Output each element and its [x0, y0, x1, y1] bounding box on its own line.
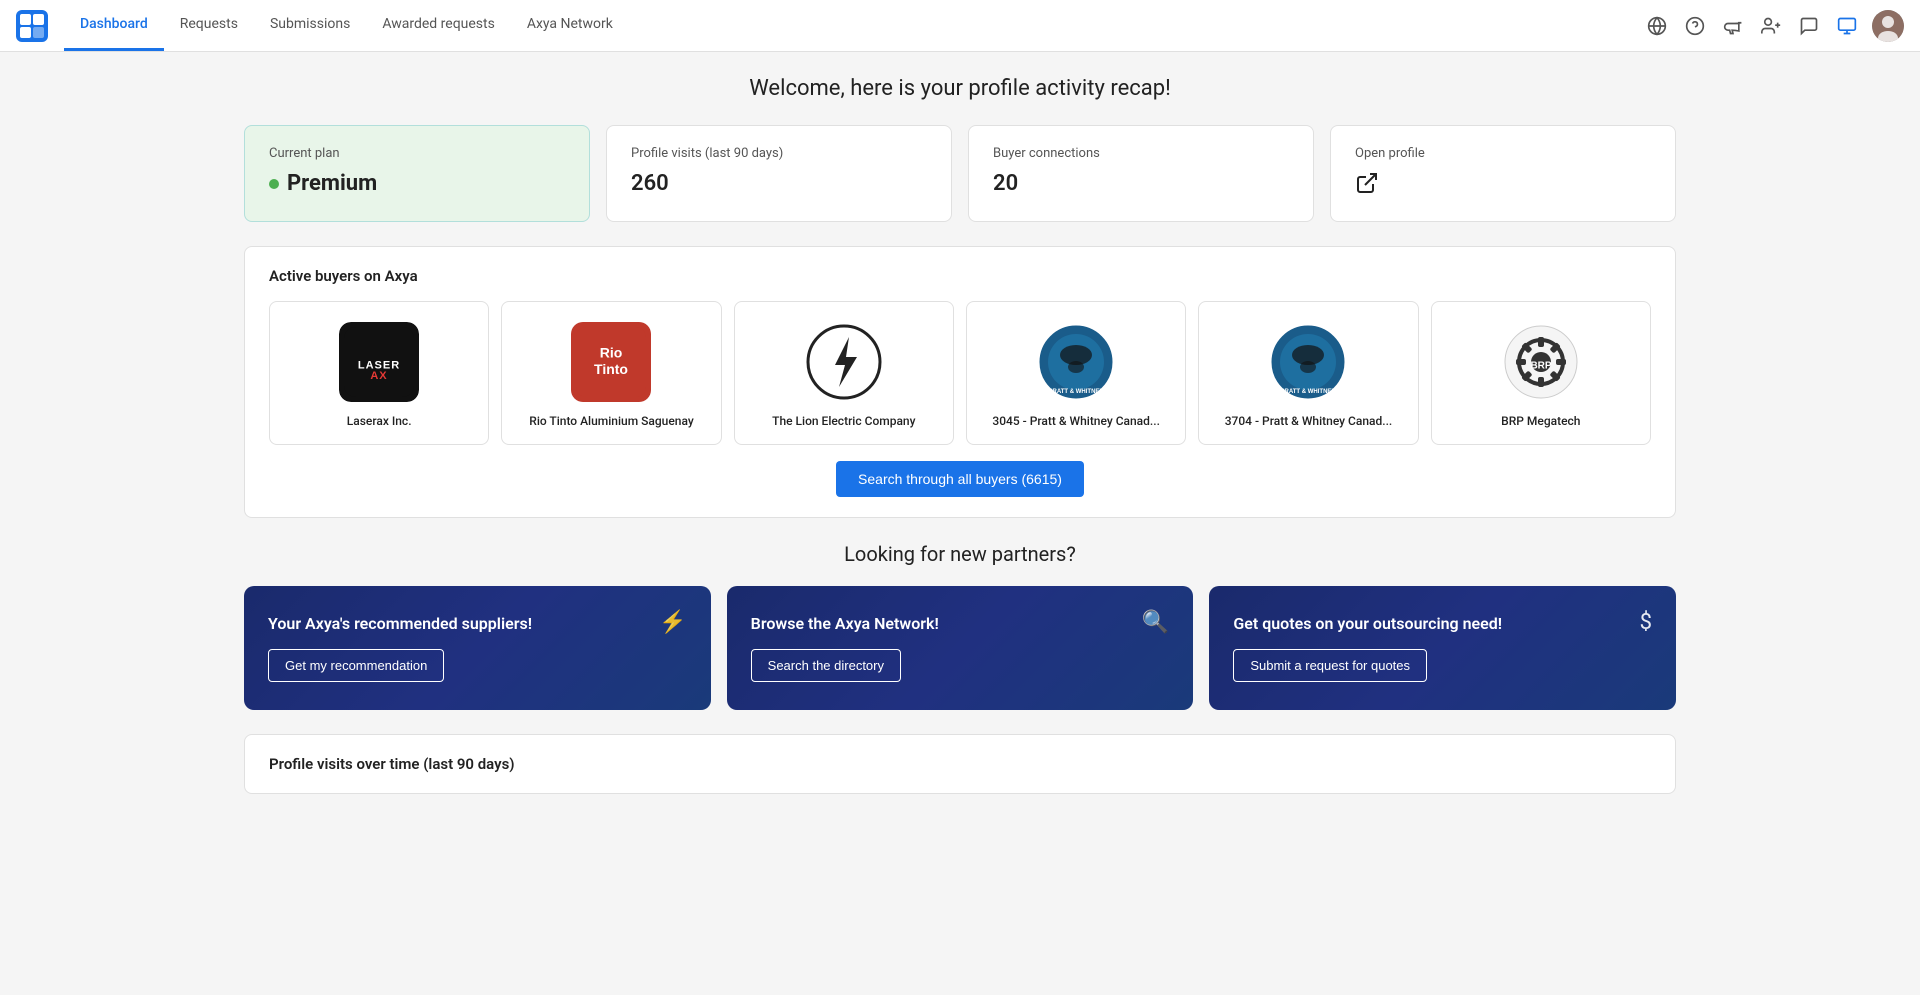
buyer-lion[interactable]: The Lion Electric Company: [734, 301, 954, 445]
search-all-buyers-button[interactable]: Search through all buyers (6615): [836, 461, 1084, 497]
connections-value: 20: [993, 171, 1289, 196]
visits-label: Profile visits (last 90 days): [631, 146, 927, 161]
partner-title-network: Browse the Axya Network!: [751, 614, 1107, 633]
svg-text:PRATT & WHITNEY: PRATT & WHITNEY: [1281, 389, 1336, 395]
visits-value: 260: [631, 171, 927, 196]
nav-tabs: Dashboard Requests Submissions Awarded r…: [64, 0, 629, 51]
help-icon[interactable]: [1682, 13, 1708, 39]
open-profile-icon[interactable]: [1355, 171, 1651, 201]
active-buyers-section: Active buyers on Axya LASERAX Laserax In…: [244, 246, 1676, 518]
svg-text:Tinto: Tinto: [595, 361, 629, 377]
tab-axya-network[interactable]: Axya Network: [511, 0, 629, 51]
plan-label: Current plan: [269, 146, 565, 161]
stat-current-plan: Current plan Premium: [244, 125, 590, 222]
buyer-logo-laserax: LASERAX: [339, 322, 419, 402]
partners-title: Looking for new partners?: [244, 542, 1676, 566]
main-content: Welcome, here is your profile activity r…: [220, 52, 1700, 818]
buyer-name-pw2: 3704 - Pratt & Whitney Canad...: [1225, 414, 1393, 428]
svg-text:Rio: Rio: [600, 344, 623, 360]
tab-awarded-requests[interactable]: Awarded requests: [366, 0, 511, 51]
profile-visits-section: Profile visits over time (last 90 days): [244, 734, 1676, 794]
stats-row: Current plan Premium Profile visits (las…: [244, 125, 1676, 222]
svg-text:BRP: BRP: [1530, 361, 1551, 372]
partner-card-network: 🔍 Browse the Axya Network! Search the di…: [727, 586, 1194, 710]
buyer-logo-pw1: PRATT & WHITNEY: [1036, 322, 1116, 402]
buyer-riotinto[interactable]: RioTinto Rio Tinto Aluminium Saguenay: [501, 301, 721, 445]
stat-profile-visits: Profile visits (last 90 days) 260: [606, 125, 952, 222]
search-btn-row: Search through all buyers (6615): [269, 461, 1651, 497]
buyer-name-lion: The Lion Electric Company: [772, 414, 915, 428]
buyer-logo-pw2: PRATT & WHITNEY: [1268, 322, 1348, 402]
partner-title-recommendations: Your Axya's recommended suppliers!: [268, 614, 624, 633]
buyer-logo-brp: BRP: [1501, 322, 1581, 402]
buyers-grid: LASERAX Laserax Inc. RioTinto Rio Tinto …: [269, 301, 1651, 445]
buyer-name-brp: BRP Megatech: [1501, 414, 1580, 428]
svg-text:AX: AX: [371, 370, 388, 382]
plan-dot: [269, 179, 279, 189]
app-logo[interactable]: [16, 10, 48, 42]
buyer-pw2[interactable]: PRATT & WHITNEY 3704 - Pratt & Whitney C…: [1198, 301, 1418, 445]
tab-submissions[interactable]: Submissions: [254, 0, 366, 51]
search-directory-button[interactable]: Search the directory: [751, 649, 901, 682]
get-recommendation-button[interactable]: Get my recommendation: [268, 649, 444, 682]
submit-request-button[interactable]: Submit a request for quotes: [1233, 649, 1427, 682]
page-title: Welcome, here is your profile activity r…: [244, 76, 1676, 101]
stat-open-profile[interactable]: Open profile: [1330, 125, 1676, 222]
active-buyers-title: Active buyers on Axya: [269, 267, 1651, 285]
navbar: Dashboard Requests Submissions Awarded r…: [0, 0, 1920, 52]
globe-icon[interactable]: [1644, 13, 1670, 39]
search-icon: 🔍: [1142, 610, 1169, 635]
stat-buyer-connections: Buyer connections 20: [968, 125, 1314, 222]
avatar[interactable]: [1872, 10, 1904, 42]
partners-grid: ⚡ Your Axya's recommended suppliers! Get…: [244, 586, 1676, 710]
partner-card-quotes: $ Get quotes on your outsourcing need! S…: [1209, 586, 1676, 710]
person-add-icon[interactable]: [1758, 13, 1784, 39]
lightning-icon: ⚡: [659, 610, 686, 635]
partner-card-recommendations: ⚡ Your Axya's recommended suppliers! Get…: [244, 586, 711, 710]
tab-requests[interactable]: Requests: [164, 0, 254, 51]
buyer-brp[interactable]: BRP BRP Megatech: [1431, 301, 1651, 445]
svg-text:PRATT & WHITNEY: PRATT & WHITNEY: [1049, 389, 1104, 395]
buyer-logo-lion: [804, 322, 884, 402]
navbar-right: [1644, 10, 1904, 42]
dollar-icon: $: [1640, 610, 1652, 635]
buyer-name-pw1: 3045 - Pratt & Whitney Canad...: [992, 414, 1160, 428]
plan-value: Premium: [269, 171, 565, 196]
buyer-name-laserax: Laserax Inc.: [347, 414, 412, 428]
share-icon[interactable]: [1834, 13, 1860, 39]
buyer-logo-riotinto: RioTinto: [571, 322, 651, 402]
plan-name: Premium: [287, 171, 377, 196]
chat-icon[interactable]: [1796, 13, 1822, 39]
megaphone-icon[interactable]: [1720, 13, 1746, 39]
open-profile-label: Open profile: [1355, 146, 1651, 161]
connections-label: Buyer connections: [993, 146, 1289, 161]
partner-title-quotes: Get quotes on your outsourcing need!: [1233, 614, 1589, 633]
buyer-name-riotinto: Rio Tinto Aluminium Saguenay: [529, 414, 693, 428]
profile-visits-title: Profile visits over time (last 90 days): [269, 755, 1651, 773]
tab-dashboard[interactable]: Dashboard: [64, 0, 164, 51]
buyer-pw1[interactable]: PRATT & WHITNEY 3045 - Pratt & Whitney C…: [966, 301, 1186, 445]
buyer-laserax[interactable]: LASERAX Laserax Inc.: [269, 301, 489, 445]
